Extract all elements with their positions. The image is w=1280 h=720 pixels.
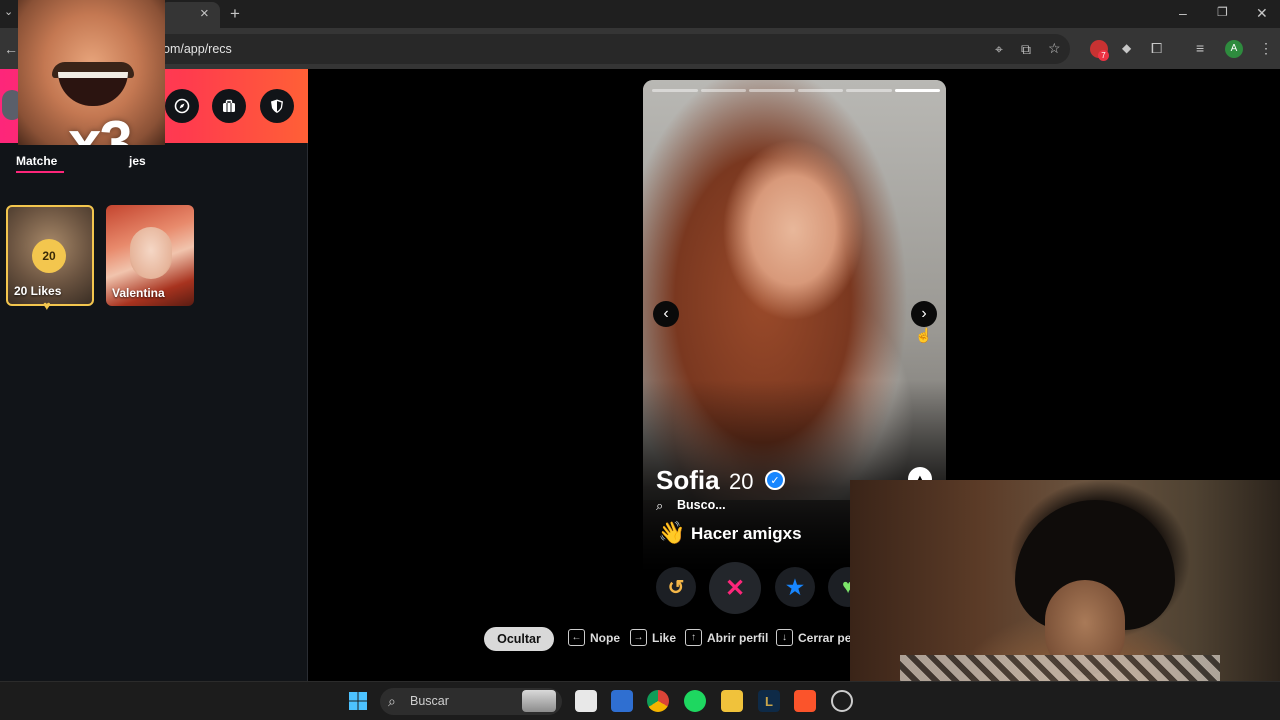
verified-badge-icon: ✓ <box>765 470 785 490</box>
next-photo-button[interactable]: › <box>911 301 937 327</box>
arrow-down-key-icon: ↓ <box>776 629 793 646</box>
meme-text: x3 <box>68 109 133 145</box>
match-photo <box>130 227 172 279</box>
likes-card-label: 20 Likes <box>14 284 62 298</box>
shortcut-open-profile: Abrir perfil <box>707 631 769 645</box>
photo-progress-segment[interactable] <box>749 89 795 92</box>
profile-avatar[interactable]: A <box>1225 40 1243 58</box>
extensions-puzzle-icon[interactable]: ⧠ <box>1151 41 1162 55</box>
store-icon[interactable] <box>611 690 633 712</box>
address-bar[interactable] <box>150 34 1070 64</box>
gold-heart-icon: ♥ <box>43 298 51 313</box>
arrow-up-key-icon: ↑ <box>685 629 702 646</box>
media-control-icon[interactable]: ≡ <box>1196 41 1204 55</box>
looking-for-label: Busco... <box>677 498 726 512</box>
restore-icon[interactable]: ❐ <box>1217 6 1228 18</box>
chevron-left-icon: ‹ <box>663 305 669 322</box>
tab-bar: ⌄ × + – ❐ ✕ <box>0 0 1280 28</box>
menu-kebab-icon[interactable]: ⋮ <box>1259 41 1273 55</box>
install-app-icon[interactable]: ⧉ <box>1021 42 1031 56</box>
mouse-cursor-icon: ☝ <box>915 327 933 343</box>
tab-search-chevron-icon[interactable]: ⌄ <box>4 7 13 18</box>
close-x-icon: ✕ <box>724 574 746 602</box>
likes-count-badge: 20 <box>32 239 66 273</box>
meme-overlay: x3 <box>18 0 165 145</box>
meme-mouth <box>58 72 128 106</box>
url-text[interactable]: om/app/recs <box>163 42 232 56</box>
clock-app-icon[interactable] <box>831 690 853 712</box>
taskbar-search-placeholder: Buscar <box>410 694 449 708</box>
tab-close-icon[interactable]: × <box>200 6 209 21</box>
taskbar-search-icon: ⌕ <box>388 693 396 709</box>
chevron-right-icon: › <box>921 305 927 322</box>
browser-tab[interactable] <box>160 2 220 28</box>
taskbar <box>0 681 1280 720</box>
back-icon[interactable]: ← <box>4 42 18 56</box>
brave-icon[interactable] <box>794 690 816 712</box>
briefcase-icon <box>223 99 235 112</box>
shortcut-like: Like <box>652 631 677 645</box>
photo-progress-segment[interactable] <box>652 89 698 92</box>
tab-matches[interactable]: Matche <box>16 154 57 168</box>
arrow-right-key-icon: → <box>630 629 647 646</box>
profile-name: Sofia <box>656 465 720 495</box>
nope-button[interactable]: ✕ <box>709 562 761 614</box>
extension-badge: 7 <box>1098 50 1109 61</box>
explore-button[interactable] <box>165 89 199 123</box>
rewind-icon: ↺ <box>667 576 685 599</box>
prev-photo-button[interactable]: ‹ <box>653 301 679 327</box>
photo-progress-segment[interactable] <box>797 89 843 92</box>
tab-messages[interactable]: jes <box>129 154 146 168</box>
bookmark-star-icon[interactable]: ☆ <box>1048 41 1061 55</box>
window-close-icon[interactable]: ✕ <box>1256 6 1268 20</box>
shortcut-nope: Nope <box>590 631 620 645</box>
league-icon[interactable]: L <box>758 690 780 712</box>
chrome-icon[interactable] <box>647 690 669 712</box>
match-name: Valentina <box>112 286 165 300</box>
safety-button[interactable] <box>260 89 294 123</box>
star-icon: ★ <box>786 576 804 599</box>
waving-hand-icon: 👋 <box>658 520 686 545</box>
windows-start-icon[interactable] <box>347 690 369 712</box>
file-explorer-icon[interactable] <box>721 690 743 712</box>
task-view-icon[interactable] <box>575 690 597 712</box>
explore-icon <box>174 98 190 114</box>
shield-icon <box>271 99 283 113</box>
search-icon: ⌕ <box>656 498 664 513</box>
rewind-button[interactable]: ↺ <box>656 567 696 607</box>
spotify-icon[interactable] <box>684 690 706 712</box>
photo-progress-segment[interactable] <box>846 89 892 92</box>
photo-progress-segment[interactable] <box>894 89 940 92</box>
search-highlight-icon <box>522 690 556 712</box>
work-button[interactable] <box>212 89 246 123</box>
new-tab-icon[interactable]: + <box>230 5 240 22</box>
profile-age: 20 <box>729 469 754 494</box>
likes-card[interactable]: 20 20 Likes <box>6 205 94 306</box>
shortcut-close-profile: Cerrar per <box>798 631 857 645</box>
relationship-goal: Hacer amigxs <box>691 524 802 543</box>
location-icon[interactable]: ⌖ <box>995 42 1003 56</box>
diamond-extension-icon[interactable]: ◆ <box>1122 42 1131 54</box>
hide-shortcuts-button[interactable]: Ocultar <box>484 627 554 651</box>
match-card-valentina[interactable]: Valentina <box>106 205 194 306</box>
active-tab-indicator <box>16 171 64 173</box>
super-like-button[interactable]: ★ <box>775 567 815 607</box>
minimize-icon[interactable]: – <box>1179 6 1187 20</box>
photo-progress-segment[interactable] <box>700 89 746 92</box>
arrow-left-key-icon: ← <box>568 629 585 646</box>
